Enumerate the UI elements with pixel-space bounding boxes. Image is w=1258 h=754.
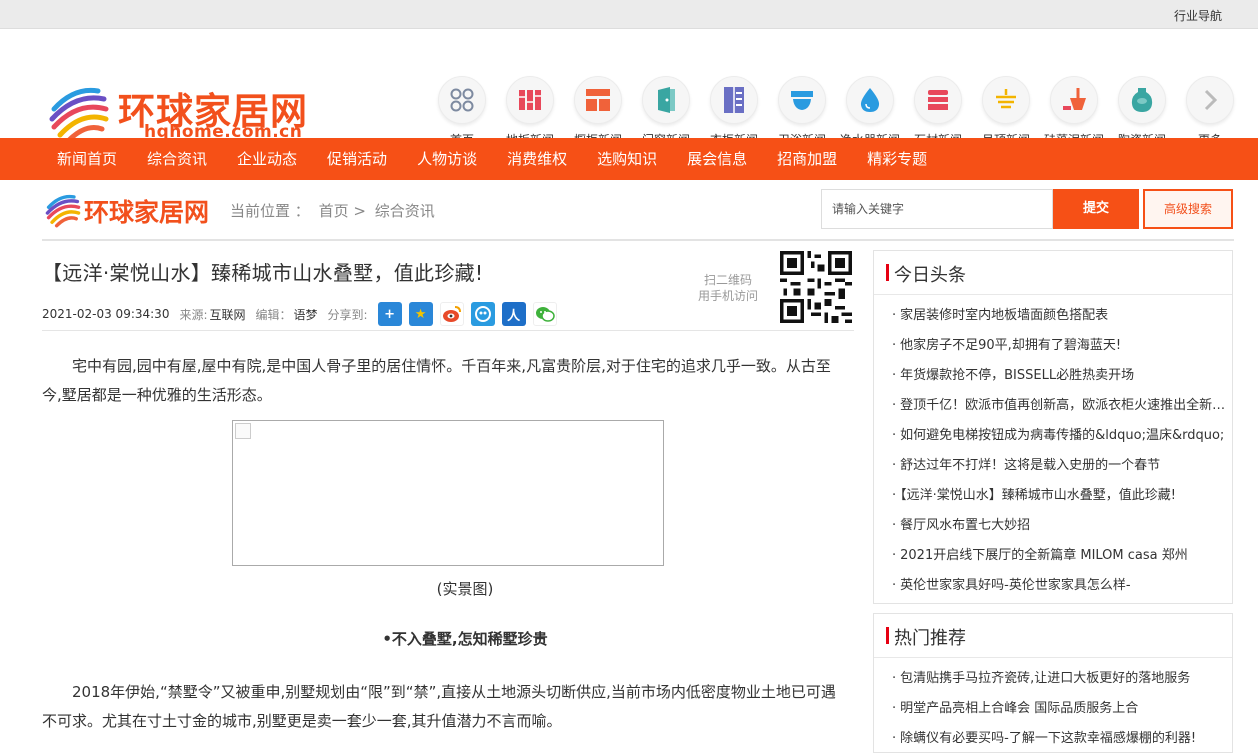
share-more-icon[interactable]: + bbox=[377, 302, 402, 326]
list-item[interactable]: 舒达过年不打烊！这将是载入史册的一个春节 bbox=[892, 451, 1226, 481]
qr-code-icon bbox=[780, 251, 852, 323]
wardrobe-icon bbox=[710, 76, 758, 124]
share-buttons: + ★ 人 bbox=[377, 302, 564, 326]
article-editor: 语梦 bbox=[293, 307, 318, 322]
qr-note-line1: 扫二维码 bbox=[704, 273, 753, 287]
list-item[interactable]: 他家房子不足90平,却拥有了碧海蓝天! bbox=[892, 331, 1226, 361]
list-item[interactable]: 餐厅风水布置七大妙招 bbox=[892, 511, 1226, 541]
vase-icon bbox=[1118, 76, 1166, 124]
article-image bbox=[232, 420, 664, 566]
nav-exhibitions[interactable]: 展会信息 bbox=[672, 138, 762, 180]
list-item[interactable]: 如何避免电梯按钮成为病毒传播的&ldquo;温床&rdquo; bbox=[892, 421, 1226, 451]
chevron-right-icon bbox=[1186, 76, 1234, 124]
nav-promotions[interactable]: 促销活动 bbox=[312, 138, 402, 180]
share-renren-icon[interactable]: 人 bbox=[501, 302, 526, 326]
cabinet-icon bbox=[574, 76, 622, 124]
article-paragraph: 2018年伊始,“禁墅令”又被重申,别墅规划由“限”到“禁”,直接从土地源头切断… bbox=[42, 683, 836, 730]
share-label: 分享到: bbox=[327, 307, 368, 322]
box-title: 热门推荐 bbox=[894, 628, 966, 649]
trowel-icon bbox=[1050, 76, 1098, 124]
stone-icon bbox=[914, 76, 962, 124]
article-paragraph: 宅中有园,园中有屋,屋中有院,是中国人骨子里的居住情怀。千百年来,凡富贵阶层,对… bbox=[42, 357, 831, 404]
share-weibo-icon[interactable] bbox=[439, 302, 464, 326]
box-header: 热门推荐 bbox=[874, 614, 1232, 658]
article-subheading: •不入叠墅,怎知稀墅珍贵 bbox=[382, 630, 548, 648]
top-bar: 行业导航 bbox=[0, 0, 1258, 29]
bath-icon bbox=[778, 76, 826, 124]
nav-company-news[interactable]: 企业动态 bbox=[222, 138, 312, 180]
nav-featured-topics[interactable]: 精彩专题 bbox=[852, 138, 942, 180]
share-qzone-icon[interactable]: ★ bbox=[408, 302, 433, 326]
hot-recommend-box: 热门推荐 包清贴携手马拉齐瓷砖,让进口大板更好的落地服务 明堂产品亮相上合峰会 … bbox=[873, 613, 1233, 753]
grid-icon bbox=[438, 76, 486, 124]
qr-note-line2: 用手机访问 bbox=[698, 289, 759, 303]
editor-label: 编辑： bbox=[255, 307, 292, 322]
floor-icon bbox=[506, 76, 554, 124]
list-item[interactable]: 英伦世家家具好吗-英伦世家家具怎么样- bbox=[892, 571, 1226, 601]
nav-franchise[interactable]: 招商加盟 bbox=[762, 138, 852, 180]
header-accent-bar bbox=[886, 627, 889, 644]
globe-logo-icon[interactable] bbox=[46, 79, 112, 145]
breadcrumb-logo-text[interactable]: 环球家居网 bbox=[84, 193, 209, 229]
list-item[interactable]: 除螨仪有必要买吗-了解一下这款幸福感爆棚的利器! bbox=[892, 724, 1226, 754]
source-label: 来源: bbox=[179, 307, 208, 322]
breadcrumb-separator: > bbox=[353, 202, 366, 220]
breadcrumb-bar: 环球家居网 当前位置 ： 首页 > 综合资讯 请输入关键字 提交 高级搜索 bbox=[42, 186, 1234, 241]
share-tqq-icon[interactable] bbox=[470, 302, 495, 326]
box-header: 今日头条 bbox=[874, 251, 1232, 295]
list-item[interactable]: 明堂产品亮相上合峰会 国际品质服务上合 bbox=[892, 694, 1226, 724]
box-title: 今日头条 bbox=[894, 265, 966, 286]
headline-list: 家居装修时室内地板墙面颜色搭配表 他家房子不足90平,却拥有了碧海蓝天! 年货爆… bbox=[874, 295, 1232, 601]
recommend-list: 包清贴携手马拉齐瓷砖,让进口大板更好的落地服务 明堂产品亮相上合峰会 国际品质服… bbox=[874, 658, 1232, 754]
today-headlines-box: 今日头条 家居装修时室内地板墙面颜色搭配表 他家房子不足90平,却拥有了碧海蓝天… bbox=[873, 250, 1233, 604]
nav-general-info[interactable]: 综合资讯 bbox=[132, 138, 222, 180]
qr-note: 扫二维码 用手机访问 bbox=[698, 272, 758, 304]
list-item[interactable]: 登顶千亿！欧派市值再创新高，欧派衣柜火速推出全新1小时交付 bbox=[892, 391, 1226, 421]
breadcrumb-label: 当前位置 ： bbox=[230, 202, 310, 220]
nav-news-home[interactable]: 新闻首页 bbox=[42, 138, 132, 180]
list-item[interactable]: 2021开启线下展厅的全新篇章 MILOM casa 郑州 bbox=[892, 541, 1226, 571]
breadcrumb: 当前位置 ： 首页 > 综合资讯 bbox=[230, 200, 435, 221]
list-item[interactable]: 家居装修时室内地板墙面颜色搭配表 bbox=[892, 301, 1226, 331]
header-accent-bar bbox=[886, 264, 889, 281]
list-item[interactable]: 【远洋·棠悦山水】臻稀城市山水叠墅，值此珍藏! bbox=[892, 481, 1226, 511]
site-header: 环球家居网 hqhome.com.cn 首页 地板新闻 橱柜新闻 门窗新闻 bbox=[0, 29, 1258, 147]
ceiling-icon bbox=[982, 76, 1030, 124]
breadcrumb-current-link[interactable]: 综合资讯 bbox=[375, 202, 435, 220]
article-source: 互联网 bbox=[209, 307, 246, 322]
image-caption: (实景图) bbox=[436, 580, 494, 598]
search-submit-button[interactable]: 提交 bbox=[1053, 189, 1139, 229]
nav-interviews[interactable]: 人物访谈 bbox=[402, 138, 492, 180]
main-nav: 新闻首页 综合资讯 企业动态 促销活动 人物访谈 消费维权 选购知识 展会信息 … bbox=[0, 138, 1258, 180]
globe-logo-icon[interactable] bbox=[44, 190, 82, 228]
article: 【远洋·棠悦山水】臻稀城市山水叠墅，值此珍藏! 2021-02-03 09:34… bbox=[42, 248, 854, 730]
breadcrumb-home-link[interactable]: 首页 bbox=[319, 202, 349, 220]
meta-divider bbox=[42, 330, 854, 331]
article-date: 2021-02-03 09:34:30 bbox=[42, 307, 170, 321]
nav-buying-guide[interactable]: 选购知识 bbox=[582, 138, 672, 180]
list-item[interactable]: 年货爆款抢不停，BISSELL必胜热卖开场 bbox=[892, 361, 1226, 391]
list-item[interactable]: 包清贴携手马拉齐瓷砖,让进口大板更好的落地服务 bbox=[892, 664, 1226, 694]
advanced-search-button[interactable]: 高级搜索 bbox=[1143, 189, 1233, 229]
article-meta: 2021-02-03 09:34:30 来源: 互联网 编辑： 语梦 分享到: … bbox=[42, 302, 564, 326]
nav-consumer-rights[interactable]: 消费维权 bbox=[492, 138, 582, 180]
search-input[interactable]: 请输入关键字 bbox=[821, 189, 1053, 229]
water-drop-icon bbox=[846, 76, 894, 124]
door-icon bbox=[642, 76, 690, 124]
share-wechat-icon[interactable] bbox=[532, 302, 557, 326]
industry-nav-link[interactable]: 行业导航 bbox=[1174, 7, 1222, 24]
broken-image-icon bbox=[235, 423, 251, 439]
